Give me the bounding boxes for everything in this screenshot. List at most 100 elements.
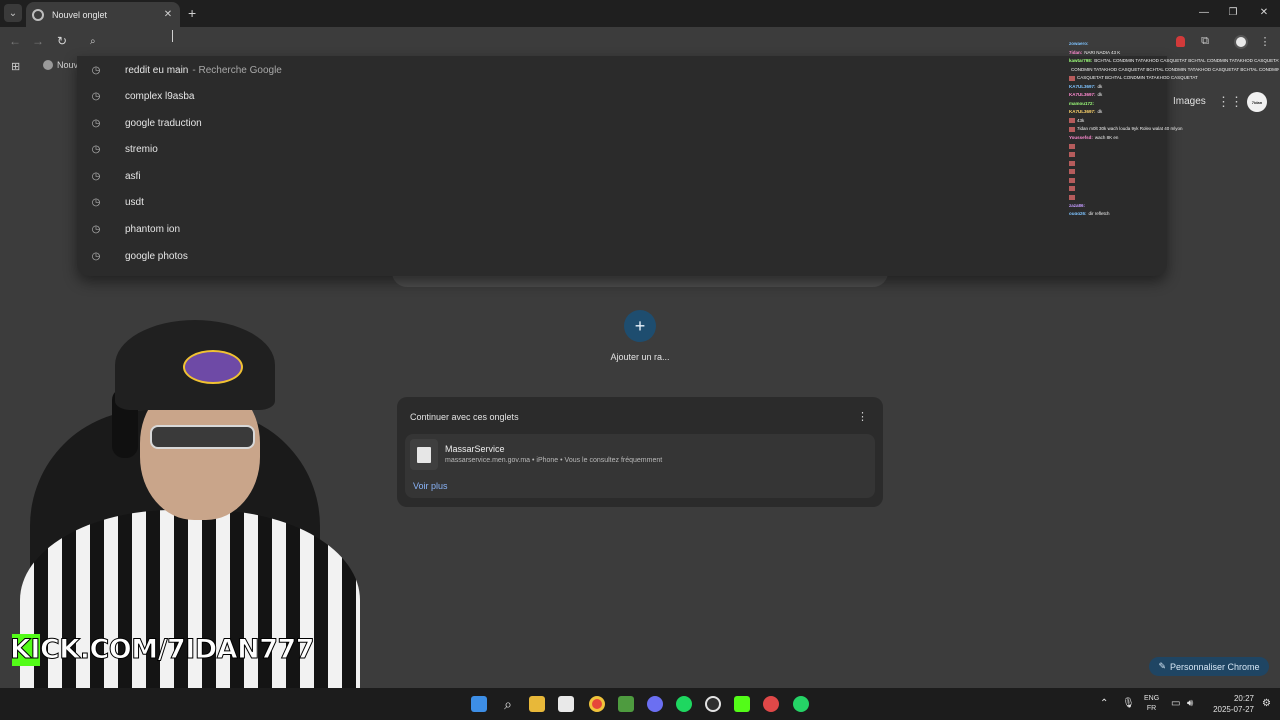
spotify-icon[interactable] (676, 696, 692, 712)
chat-message: 7idan m0lt 30k wach louda 9yk Rolex wala… (1069, 125, 1279, 134)
bookmark-label: Nouv (57, 60, 79, 70)
suggestion-text: phantom ion (125, 223, 181, 235)
history-icon: ◷ (91, 117, 101, 129)
back-arrow-icon[interactable]: ← (8, 35, 22, 47)
suggestion-text: reddit eu main (125, 64, 189, 76)
chevron-up-icon[interactable]: ⌃ (1100, 698, 1108, 709)
suggestion-item[interactable]: ◷ usdt (77, 190, 1167, 216)
chat-message: zowaero: (1069, 40, 1279, 49)
chat-text: dir refletch (1088, 211, 1110, 215)
apps-grid-icon[interactable]: ⊞ (11, 60, 20, 73)
suggestion-text: google photos (125, 250, 188, 262)
tab-strip: ⌄ Nouvel onglet ✕ + — ❐ ✕ (0, 0, 1280, 27)
chat-text: BCHTAL CONDMIN TATAKHOD CASQUETAT BCHTAL… (1094, 58, 1279, 63)
chat-emote-icon (1069, 160, 1075, 166)
tab-close-icon[interactable]: ✕ (162, 9, 174, 20)
minecraft-icon[interactable] (618, 696, 634, 712)
chat-message: CONDMIN TATAKHOD CASQUETAT BCHTAL CONDMI… (1069, 66, 1279, 75)
tab-search-chevron-icon[interactable]: ⌄ (4, 4, 22, 22)
chat-username: zaza86: (1069, 202, 1086, 208)
customize-chrome-button[interactable]: ✎ Personnaliser Chrome (1149, 657, 1269, 676)
chat-message (1069, 142, 1279, 151)
chat-message: Youssefsd: wach 8K en (1069, 134, 1279, 143)
whatsapp-icon[interactable] (793, 696, 809, 712)
suggestion-item[interactable]: ◷ phantom ion (77, 216, 1167, 242)
tab-new-tab[interactable]: Nouvel onglet ✕ (26, 2, 180, 27)
chat-emote-icon (1069, 143, 1075, 149)
file-explorer-icon[interactable] (529, 696, 545, 712)
microphone-icon[interactable]: 🎙︎ (1122, 698, 1135, 709)
chat-username: KA7UL3697: (1069, 109, 1096, 114)
omnibox-search-icon: ⌕ (90, 36, 96, 47)
chat-text: NARI NADIA 43 K (1084, 49, 1121, 55)
add-shortcut-button[interactable]: + (624, 310, 656, 342)
clock[interactable]: 20:27 2025-07-27 (1208, 693, 1254, 715)
chat-username: mamou172: (1069, 100, 1095, 106)
search-icon[interactable]: ⌕ (500, 696, 516, 712)
suggestion-text: stremio (125, 144, 158, 155)
chat-username: zowaero: (1069, 41, 1089, 46)
suggestion-item[interactable]: ◷ complex l9asba (77, 84, 1167, 110)
suggestion-item[interactable]: ◷ google photos (77, 243, 1167, 269)
chat-username: KA7UL3697: (1069, 83, 1096, 89)
minimize-icon[interactable]: — (1197, 6, 1211, 20)
windows-start-icon[interactable] (471, 696, 487, 712)
chat-message: KA7UL3697: dk (1069, 91, 1279, 100)
close-window-icon[interactable]: ✕ (1257, 6, 1271, 20)
chat-username: kawtar798: (1069, 58, 1093, 63)
chat-message: KA7UL3697: dk (1069, 83, 1279, 92)
chat-emote-icon (1069, 194, 1075, 200)
stream-chat-overlay: zowaero: 7idan: NARI NADIA 43 Kkawtar798: B… (1069, 40, 1279, 215)
chat-message: KA7UL3697: dk (1069, 108, 1279, 117)
suggestion-suffix: - Recherche Google (192, 64, 282, 76)
chat-message: kawtar798: BCHTAL CONDMIN TATAKHOD CASQUE… (1069, 57, 1279, 66)
language-indicator[interactable]: ENG FR (1144, 694, 1159, 714)
network-icon[interactable]: ▭ (1171, 698, 1180, 709)
chat-message: 43k (1069, 117, 1279, 126)
obs-icon[interactable] (705, 696, 721, 712)
chrome-icon[interactable] (589, 696, 605, 712)
card-menu-icon[interactable]: ⋮ (857, 410, 868, 423)
suggestion-item[interactable]: ◷ stremio (77, 137, 1167, 163)
new-tab-plus-icon[interactable]: + (188, 5, 196, 21)
chat-emote-icon (1069, 152, 1075, 158)
chat-text: dk (1097, 92, 1103, 97)
suggestion-item[interactable]: ◷ google traduction (77, 110, 1167, 136)
chat-message (1069, 193, 1279, 202)
webcam-overlay: KICK.COM/7IDAN777 (0, 300, 500, 688)
suggestion-text: google traduction (125, 117, 202, 129)
chat-text: CASQUETAT BCHTAL CONDMIN TATAKHOD CASQUE… (1077, 75, 1198, 80)
app-icon[interactable] (763, 696, 779, 712)
chat-emote-icon (1069, 118, 1075, 124)
pencil-icon: ✎ (1158, 661, 1166, 671)
chat-message (1069, 159, 1279, 168)
notification-icon[interactable]: ⚙ (1262, 698, 1271, 709)
reload-icon[interactable]: ↻ (55, 35, 69, 47)
forward-arrow-icon[interactable]: → (31, 35, 45, 47)
chat-message: ouqq26: dir refletch (1069, 210, 1279, 215)
language-top: ENG (1144, 695, 1160, 702)
chat-username: Youssefsd: (1069, 134, 1093, 140)
globe-icon (43, 60, 53, 70)
history-icon: ◷ (91, 64, 101, 76)
history-icon: ◷ (91, 197, 101, 208)
cap-logo (183, 350, 243, 384)
chat-message (1069, 176, 1279, 185)
kick-app-icon[interactable] (734, 696, 750, 712)
suggestion-item[interactable]: ◷ reddit eu main - Recherche Google (77, 57, 1167, 83)
discord-icon[interactable] (647, 696, 663, 712)
restore-icon[interactable]: ❐ (1226, 6, 1240, 20)
suggestion-item[interactable]: ◷ asfi (77, 163, 1167, 189)
store-icon[interactable] (558, 696, 574, 712)
chat-text: 43k (1077, 117, 1085, 123)
chat-text: wach 8K en (1094, 134, 1119, 140)
chat-emote-icon (1069, 169, 1075, 175)
volume-icon[interactable]: 🔊︎ (1187, 698, 1193, 709)
chat-text: CONDMIN TATAKHOD CASQUETAT BCHTAL CONDMI… (1071, 66, 1279, 72)
chat-text: 7idan m0lt 30k wach louda 9yk Rolex wala… (1077, 126, 1183, 131)
history-icon: ◷ (91, 144, 101, 155)
chat-message: mamou172: (1069, 100, 1279, 109)
bookmark-item[interactable]: Nouv (43, 60, 78, 70)
chat-message: CASQUETAT BCHTAL CONDMIN TATAKHOD CASQUE… (1069, 74, 1279, 83)
chat-message (1069, 168, 1279, 177)
